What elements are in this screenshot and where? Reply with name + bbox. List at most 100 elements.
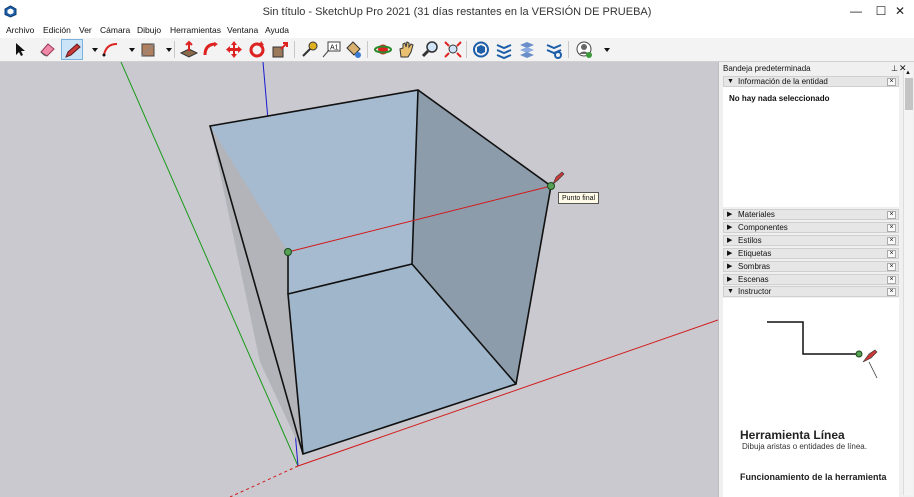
- hand-icon: [399, 41, 414, 58]
- zoom-extents-tool-button[interactable]: [442, 39, 464, 60]
- instructor-heading: Herramienta Línea: [740, 428, 845, 442]
- drawing-viewport[interactable]: Punto final: [0, 62, 718, 497]
- close-button[interactable]: ✕: [885, 2, 914, 22]
- account-dropdown[interactable]: [596, 39, 610, 60]
- scrollbar-thumb[interactable]: [905, 78, 913, 110]
- inference-tooltip: Punto final: [558, 192, 600, 204]
- toolbar-separator: [466, 41, 467, 58]
- panel-entity-info-header[interactable]: ▼ Información de la entidad ×: [723, 76, 899, 87]
- close-icon[interactable]: ×: [887, 78, 896, 86]
- toolbar-separator: [367, 41, 368, 58]
- pin-icon[interactable]: ⊥: [891, 64, 898, 73]
- close-icon[interactable]: ×: [887, 250, 896, 258]
- panel-componentes-header[interactable]: ▶ Componentes ×: [723, 222, 899, 233]
- text-label-icon: A1: [322, 41, 341, 58]
- close-icon[interactable]: ×: [887, 263, 896, 271]
- panel-label: Componentes: [738, 223, 788, 232]
- arc-tool-button[interactable]: [100, 39, 122, 60]
- close-icon[interactable]: ×: [887, 224, 896, 232]
- rectangle-icon: [141, 43, 155, 57]
- eraser-tool-button[interactable]: [36, 39, 58, 60]
- panel-label: Estilos: [738, 236, 762, 245]
- window-title: Sin título - SketchUp Pro 2021 (31 días …: [262, 6, 652, 18]
- follow-me-tool-button[interactable]: [200, 39, 222, 60]
- paint-bucket-icon: [346, 41, 361, 58]
- arc-tool-dropdown[interactable]: [121, 39, 135, 60]
- menu-ayuda[interactable]: Ayuda: [265, 25, 289, 35]
- rotate-tool-button[interactable]: [246, 39, 268, 60]
- line-tool-button[interactable]: [61, 39, 83, 60]
- select-tool-button[interactable]: [8, 39, 30, 60]
- magnifier-icon: [421, 41, 438, 58]
- start-point-marker: [284, 248, 292, 256]
- entity-info-body: No hay nada seleccionado: [723, 87, 899, 207]
- close-icon[interactable]: ×: [887, 237, 896, 245]
- instructor-body: Herramienta Línea Dibuja aristas o entid…: [723, 298, 899, 497]
- tape-measure-icon: [302, 41, 318, 57]
- close-icon[interactable]: ×: [887, 211, 896, 219]
- rectangle-tool-button[interactable]: [137, 39, 159, 60]
- toolbar-separator: [174, 41, 175, 58]
- style-builder-button[interactable]: [543, 39, 565, 60]
- menu-herramientas[interactable]: Herramientas: [170, 25, 221, 35]
- zoom-tool-button[interactable]: [419, 39, 441, 60]
- rectangle-tool-dropdown[interactable]: [158, 39, 172, 60]
- toolbar-separator: [568, 41, 569, 58]
- layout-button[interactable]: [516, 39, 538, 60]
- collapsed-triangle-icon: ▶: [727, 263, 733, 270]
- tray-title: Bandeja predeterminada: [723, 64, 811, 73]
- scroll-up-icon[interactable]: ▲: [905, 70, 911, 76]
- line-tool-animation: [767, 321, 878, 379]
- collapsed-triangle-icon: ▶: [727, 250, 733, 257]
- expanded-triangle-icon: ▼: [727, 288, 734, 295]
- tray-scrollbar[interactable]: ▲: [903, 70, 913, 495]
- instructor-section-heading: Funcionamiento de la herramienta: [740, 472, 887, 482]
- close-icon[interactable]: ×: [887, 276, 896, 284]
- user-account-icon: [576, 41, 592, 58]
- title-bar: Sin título - SketchUp Pro 2021 (31 días …: [0, 0, 914, 24]
- menu-bar: Archivo Edición Ver Cámara Dibujo Herram…: [0, 24, 914, 38]
- menu-archivo[interactable]: Archivo: [6, 25, 34, 35]
- red-axis-negative: [229, 465, 299, 497]
- arrow-cursor-icon: [16, 43, 25, 56]
- move-tool-button[interactable]: [223, 39, 245, 60]
- menu-dibujo[interactable]: Dibujo: [137, 25, 161, 35]
- panel-etiquetas-header[interactable]: ▶ Etiquetas ×: [723, 248, 899, 259]
- line-tool-dropdown[interactable]: [84, 39, 98, 60]
- rotate-icon: [249, 41, 265, 58]
- panel-estilos-header[interactable]: ▶ Estilos ×: [723, 235, 899, 246]
- menu-camara[interactable]: Cámara: [100, 25, 130, 35]
- panel-escenas-header[interactable]: ▶ Escenas ×: [723, 274, 899, 285]
- scale-tool-button[interactable]: [269, 39, 291, 60]
- extension-warehouse-button[interactable]: [493, 39, 515, 60]
- text-tool-button[interactable]: A1: [320, 39, 342, 60]
- toolbar-separator: [294, 41, 295, 58]
- scene-canvas[interactable]: [0, 62, 718, 497]
- zoom-extents-icon: [444, 41, 462, 58]
- panel-label: Instructor: [738, 287, 772, 296]
- panel-sombras-header[interactable]: ▶ Sombras ×: [723, 261, 899, 272]
- pencil-cursor-icon: [552, 171, 565, 185]
- menu-ver[interactable]: Ver: [79, 25, 92, 35]
- default-tray: Bandeja predeterminada ⊥ ✕ ▼ Información…: [718, 62, 914, 497]
- collapsed-triangle-icon: ▶: [727, 276, 733, 283]
- panel-instructor-header[interactable]: ▼ Instructor ×: [723, 286, 899, 297]
- 3d-warehouse-button[interactable]: [470, 39, 492, 60]
- follow-me-icon: [203, 42, 218, 56]
- menu-ventana[interactable]: Ventana: [227, 25, 258, 35]
- orbit-tool-button[interactable]: [372, 39, 394, 60]
- push-pull-tool-button[interactable]: [178, 39, 200, 60]
- move-arrows-icon: [226, 41, 242, 58]
- pencil-icon: [862, 349, 878, 363]
- panel-materiales-header[interactable]: ▶ Materiales ×: [723, 209, 899, 220]
- scale-icon: [272, 42, 288, 58]
- account-button[interactable]: [573, 39, 595, 60]
- paint-bucket-tool-button[interactable]: [342, 39, 364, 60]
- menu-edicion[interactable]: Edición: [43, 25, 71, 35]
- close-icon[interactable]: ×: [887, 288, 896, 296]
- svg-text:A1: A1: [330, 45, 339, 52]
- pan-tool-button[interactable]: [395, 39, 417, 60]
- tape-measure-tool-button[interactable]: [298, 39, 320, 60]
- collapsed-triangle-icon: ▶: [727, 237, 733, 244]
- orbit-icon: [374, 44, 392, 55]
